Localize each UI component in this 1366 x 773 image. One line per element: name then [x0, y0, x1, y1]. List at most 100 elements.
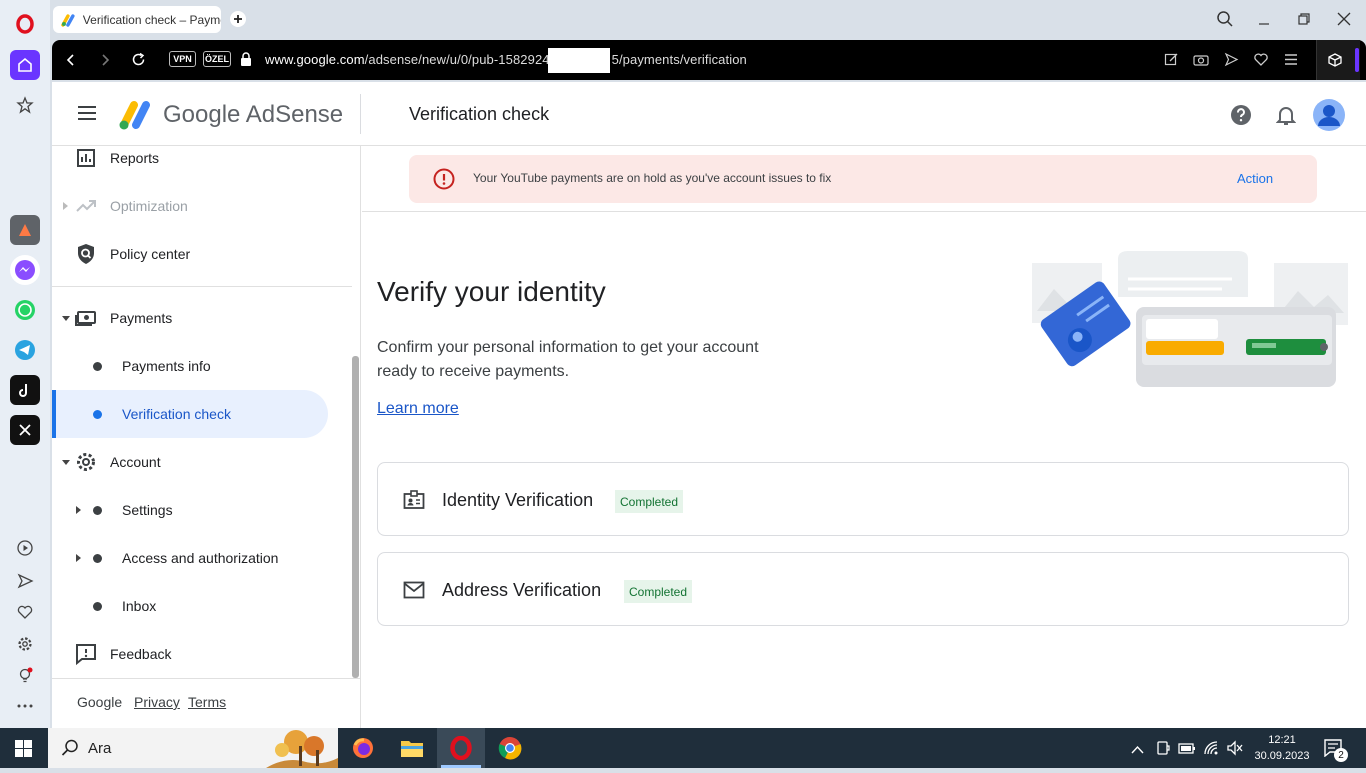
nav-item-payments[interactable]: Payments — [52, 294, 352, 342]
hamburger-menu-icon[interactable] — [77, 105, 97, 126]
avatar[interactable] — [1312, 98, 1346, 137]
brand-name: Google AdSense — [163, 101, 344, 128]
speaker-muted-icon[interactable] — [1226, 740, 1244, 761]
clock-date: 30.09.2023 — [1254, 750, 1310, 762]
whatsapp-icon[interactable] — [10, 295, 40, 325]
minimize-button[interactable] — [1257, 12, 1271, 31]
redacted-block — [548, 48, 610, 73]
address-bar: VPN ÖZEL www.google.com/adsense/new/u/0/… — [52, 40, 1366, 80]
nav-item-access-authorization[interactable]: Access and authorization — [52, 534, 352, 582]
tab-title: Verification check – Payme — [82, 12, 221, 27]
taskbar-opera-active[interactable] — [437, 728, 485, 768]
heart-icon[interactable] — [10, 597, 40, 627]
nav-item-feedback[interactable]: Feedback — [52, 630, 352, 678]
bullet-dot — [93, 506, 102, 515]
bookmarks-icon[interactable] — [10, 90, 40, 120]
nav-item-policy-center[interactable]: Policy center — [52, 230, 352, 278]
extensions-cube-icon[interactable] — [1327, 52, 1343, 73]
alert-text: Your YouTube payments are on hold as you… — [473, 171, 832, 185]
tiktok-icon[interactable] — [10, 375, 40, 405]
wifi-icon[interactable] — [1203, 740, 1221, 761]
verify-title: Verify your identity — [377, 276, 606, 307]
alert-divider — [362, 211, 1366, 212]
settings-gear-icon[interactable] — [10, 629, 40, 659]
page-title: Verification check — [409, 104, 550, 124]
expand-caret-icon — [63, 202, 68, 210]
url-text[interactable]: www.google.com/adsense/new/u/0/pub-15829… — [265, 52, 747, 67]
messenger-icon[interactable] — [10, 255, 40, 285]
bullet-dot — [93, 410, 102, 419]
lock-icon[interactable] — [240, 52, 252, 72]
adsense-logo-icon[interactable] — [118, 99, 154, 136]
bullet-dot — [93, 554, 102, 563]
chrome-icon[interactable] — [498, 736, 522, 765]
terms-link[interactable]: Terms — [188, 694, 226, 710]
chevron-up-icon[interactable] — [1131, 742, 1144, 760]
tab-bar: Verification check – Payme — [50, 0, 1366, 40]
more-dots-icon[interactable] — [10, 691, 40, 721]
active-indicator — [52, 390, 56, 438]
restore-button[interactable] — [1297, 12, 1311, 31]
x-twitter-icon[interactable] — [10, 415, 40, 445]
main-content: Your YouTube payments are on hold as you… — [362, 146, 1366, 728]
windows-start-icon[interactable] — [15, 740, 32, 762]
send-icon[interactable] — [10, 566, 40, 596]
wallet-illustration — [1032, 251, 1348, 396]
forward-icon[interactable] — [98, 53, 112, 72]
tab-search-icon[interactable] — [1216, 10, 1234, 33]
address-verification-title: Address Verification — [442, 580, 602, 600]
search-icon — [61, 739, 79, 762]
taskbar-search[interactable]: Ara — [48, 728, 338, 768]
learn-more-link[interactable]: Learn more — [377, 400, 459, 418]
nav-item-reports[interactable]: Reports — [52, 146, 352, 182]
privacy-link[interactable]: Privacy — [134, 694, 180, 710]
camera-icon[interactable] — [1193, 52, 1209, 72]
battery-icon[interactable] — [1178, 740, 1196, 761]
device-icon[interactable] — [1156, 740, 1170, 761]
clock[interactable]: 12:21 30.09.2023 — [1253, 732, 1311, 764]
accent-strip — [1355, 48, 1359, 72]
address-verification-card[interactable]: Address Verification Completed — [377, 552, 1349, 626]
telegram-icon[interactable] — [10, 335, 40, 365]
nav-item-inbox[interactable]: Inbox — [52, 582, 352, 630]
alert-action-button[interactable]: Action — [1237, 171, 1273, 186]
help-icon[interactable] — [1230, 104, 1252, 131]
close-window-button[interactable] — [1337, 12, 1351, 31]
notifications-bell-icon[interactable] — [1275, 104, 1297, 131]
error-icon — [433, 168, 455, 195]
clock-time: 12:21 — [1268, 734, 1296, 746]
expand-caret-icon — [76, 554, 81, 562]
new-tab-button[interactable] — [230, 11, 246, 27]
lightbulb-icon[interactable] — [10, 661, 40, 691]
edit-icon[interactable] — [1164, 52, 1179, 72]
identity-verification-card[interactable]: Identity Verification Completed — [377, 462, 1349, 536]
opera-sidebar — [0, 0, 50, 728]
account-gear-icon — [77, 453, 95, 471]
favorite-heart-icon[interactable] — [1253, 52, 1269, 72]
nav-scrollbar[interactable] — [352, 356, 359, 678]
opera-logo-icon[interactable] — [10, 9, 40, 39]
extensions-area — [1316, 40, 1360, 80]
nav-item-account[interactable]: Account — [52, 438, 352, 486]
search-label: Ara — [88, 740, 112, 757]
nav-divider — [52, 286, 352, 287]
opera-taskbar-icon — [449, 735, 473, 765]
nav-item-optimization[interactable]: Optimization — [52, 182, 352, 230]
home-icon[interactable] — [10, 50, 40, 80]
vpn-badge[interactable]: VPN — [169, 51, 196, 67]
feedback-icon — [76, 644, 96, 666]
player-icon[interactable] — [10, 533, 40, 563]
browser-tab[interactable]: Verification check – Payme — [53, 6, 221, 33]
easy-setup-icon[interactable] — [1283, 52, 1299, 72]
file-explorer-icon[interactable] — [400, 738, 424, 763]
back-icon[interactable] — [64, 53, 78, 72]
reload-icon[interactable] — [131, 52, 146, 72]
bullet-dot — [93, 362, 102, 371]
nav-item-settings[interactable]: Settings — [52, 486, 352, 534]
aria-icon[interactable] — [10, 215, 40, 245]
id-badge-icon — [403, 490, 425, 515]
firefox-icon[interactable] — [352, 737, 374, 764]
nav-item-verification-check[interactable]: Verification check — [52, 390, 328, 438]
send-share-icon[interactable] — [1224, 52, 1239, 72]
nav-item-payments-info[interactable]: Payments info — [52, 342, 352, 390]
